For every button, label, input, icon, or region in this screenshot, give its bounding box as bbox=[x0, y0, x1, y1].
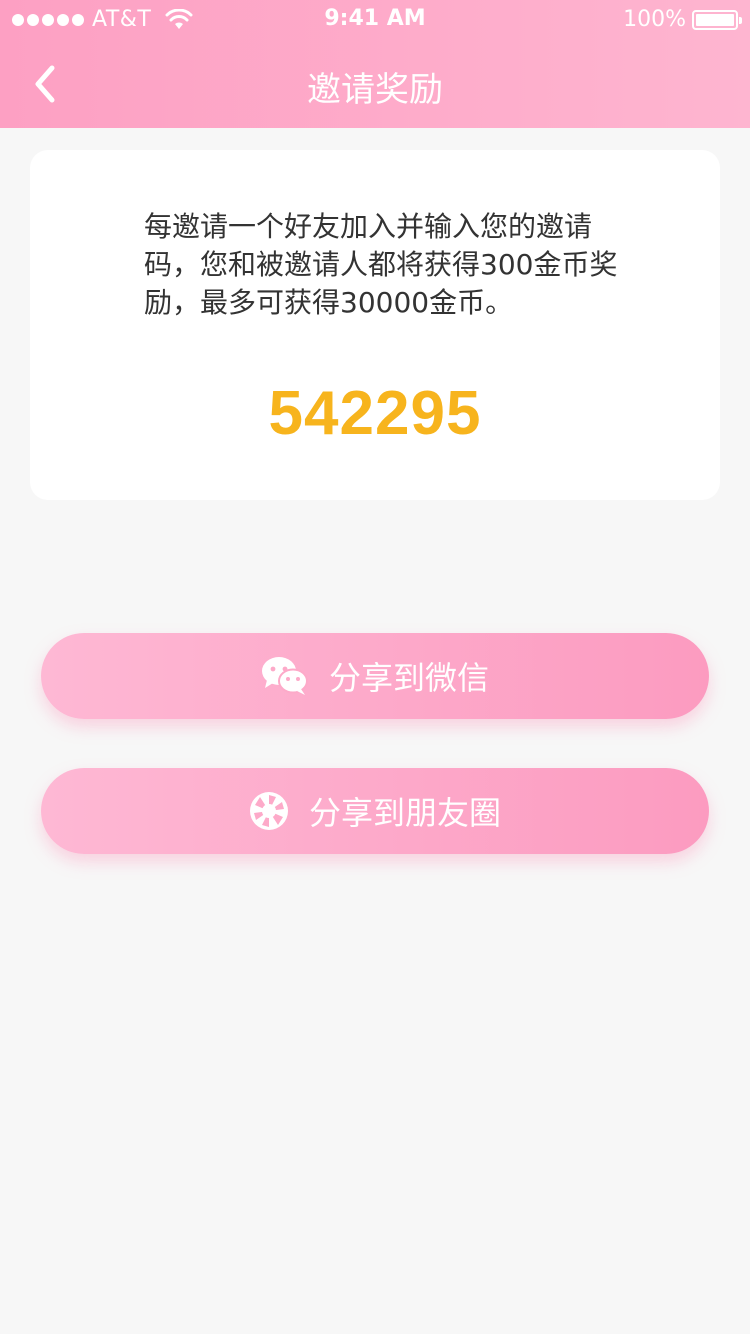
header: AT&T 9:41 AM 100% 邀请奖励 bbox=[0, 0, 750, 128]
battery-icon bbox=[692, 9, 742, 30]
status-bar: AT&T 9:41 AM 100% bbox=[0, 0, 750, 40]
moments-shutter-icon bbox=[249, 791, 289, 831]
share-moments-button[interactable]: 分享到朋友圈 bbox=[41, 768, 709, 854]
status-right: 100% bbox=[623, 7, 742, 32]
share-moments-label: 分享到朋友圈 bbox=[308, 794, 501, 832]
invite-description: 每邀请一个好友加入并输入您的邀请码，您和被邀请人都将获得300金币奖励，最多可获… bbox=[144, 210, 618, 319]
wechat-icon bbox=[261, 656, 309, 696]
battery-percent: 100% bbox=[623, 7, 686, 32]
invite-card: 每邀请一个好友加入并输入您的邀请码，您和被邀请人都将获得300金币奖励，最多可获… bbox=[30, 150, 720, 500]
share-wechat-button[interactable]: 分享到微信 bbox=[41, 633, 709, 719]
share-wechat-label: 分享到微信 bbox=[328, 659, 489, 697]
invite-code: 542295 bbox=[268, 379, 482, 448]
page-title: 邀请奖励 bbox=[307, 70, 443, 110]
